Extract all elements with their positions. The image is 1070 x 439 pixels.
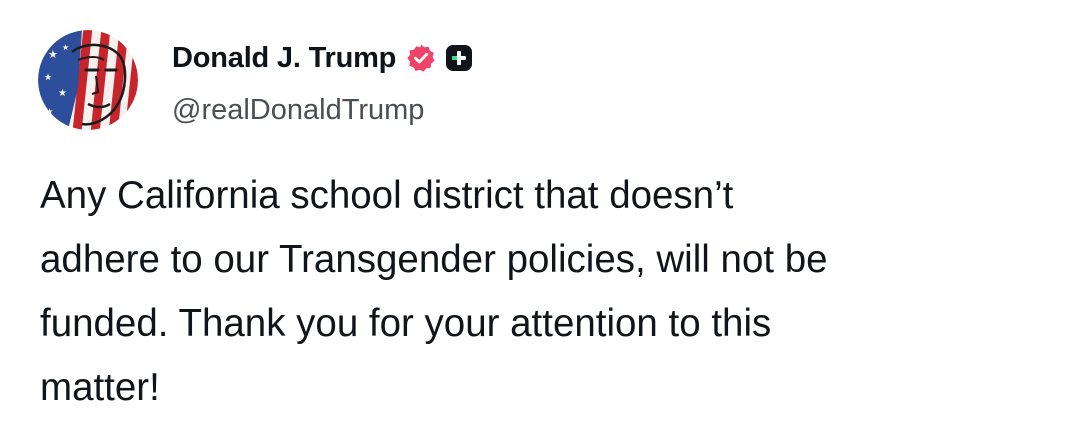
post-text-line: adhere to our Transgender policies, will… — [40, 238, 828, 281]
post-header: Donald J. Trump — [172, 36, 473, 80]
svg-text:★: ★ — [62, 43, 69, 52]
post-card: ★ ★ ★ ★ ★ Donald J. Trump @realDonaldTru… — [0, 0, 1070, 439]
svg-text:★: ★ — [58, 88, 67, 99]
author-handle[interactable]: @realDonaldTrump — [172, 94, 424, 127]
svg-text:★: ★ — [44, 73, 52, 83]
post-text-line: funded. Thank you for your attention to … — [40, 302, 772, 345]
avatar[interactable]: ★ ★ ★ ★ ★ — [38, 30, 138, 130]
post-body-text: Any California school district that does… — [40, 164, 1040, 420]
plus-badge-icon — [446, 45, 473, 71]
svg-text:★: ★ — [46, 107, 53, 116]
post-text-line: matter! — [40, 366, 160, 409]
author-display-name[interactable]: Donald J. Trump — [172, 42, 396, 75]
svg-text:★: ★ — [48, 48, 58, 61]
verified-badge-icon — [406, 43, 436, 73]
post-text-line: Any California school district that does… — [40, 174, 734, 217]
flag-portrait-avatar-icon: ★ ★ ★ ★ ★ — [38, 30, 138, 130]
